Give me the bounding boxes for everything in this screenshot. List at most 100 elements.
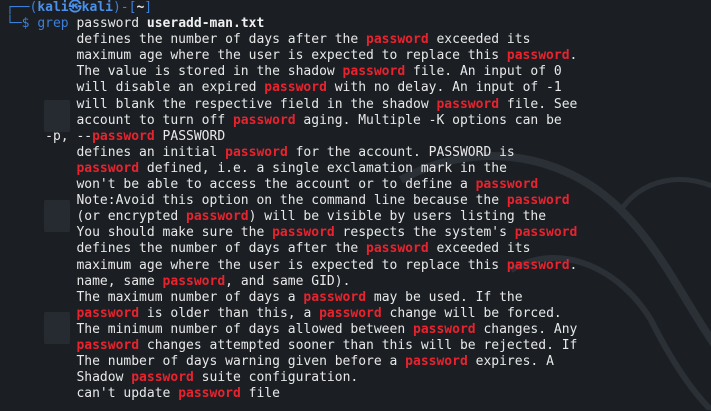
match-highlight: password (225, 144, 288, 160)
output-text: respects the system's (334, 225, 515, 241)
output-text: ) will be visible by users listing the (248, 209, 547, 225)
match-highlight: password (162, 273, 226, 289)
output-line: maximum age where the user is expected t… (6, 48, 711, 64)
match-highlight: password (366, 32, 429, 48)
output-text: will disable an expired (6, 80, 265, 96)
prompt-user: kali (37, 0, 69, 15)
output-text: . (569, 257, 578, 273)
output-line: You should make sure the password respec… (6, 225, 711, 241)
match-highlight: password (232, 112, 296, 128)
output-text: expires. A (467, 354, 554, 370)
output-text: account to turn off (6, 112, 233, 128)
output-line: defines the number of days after the pas… (6, 32, 711, 48)
match-highlight: password (264, 80, 327, 96)
output-text: file. An input of 0 (405, 64, 562, 80)
output-text: may be used. If the (366, 289, 523, 305)
output-line: maximum age where the user is expected t… (6, 258, 711, 274)
match-highlight: password (76, 160, 140, 176)
match-highlight: password (413, 321, 476, 337)
prompt-line-2: └─$ grep password useradd-man.txt (6, 16, 265, 32)
match-highlight: password (405, 354, 468, 370)
match-highlight: password (506, 48, 570, 64)
match-highlight: password (366, 241, 429, 257)
output-line: will blank the respective field in the s… (6, 97, 711, 113)
match-highlight: password (92, 128, 155, 144)
output-line: password changes attempted sooner than t… (6, 338, 711, 354)
output-text: defines the number of days after the (6, 241, 367, 257)
match-highlight: password (131, 370, 194, 386)
output-text: changes attempted sooner than this will … (139, 337, 578, 353)
match-highlight: password (475, 177, 539, 193)
output-line: will disable an expired password with no… (6, 80, 711, 96)
output-text: Shadow (6, 370, 132, 386)
output-text: file (240, 386, 280, 402)
output-text: for the account. PASSWORD is (287, 144, 515, 160)
output-line: Shadow password suite configuration. (6, 370, 711, 386)
output-line: password defined, i.e. a single exclamat… (6, 161, 711, 177)
command-pattern: password (76, 16, 140, 32)
output-text: -p, -- (6, 128, 93, 144)
output-line: can't update password file (6, 386, 711, 402)
prompt-line-1: ┌──(kali㉿kali)-[~] (6, 0, 153, 15)
output-line: defines the number of days after the pas… (6, 241, 711, 257)
output-line: The maximum number of days a password ma… (6, 290, 711, 306)
output-line: account to turn off password aging. Mult… (6, 113, 711, 129)
output-text: Note:Avoid this option on the command li… (6, 193, 507, 209)
terminal-output: ┌──(kali㉿kali)-[~] └─$ grep password use… (6, 0, 711, 402)
grep-results: defines the number of days after the pas… (6, 32, 711, 402)
output-text: The minimum number of days allowed betwe… (6, 321, 413, 337)
output-text: , and same GID). (225, 273, 351, 289)
prompt-at-symbol: ㉿ (68, 0, 82, 15)
output-text: The number of days warning given before … (6, 354, 406, 370)
match-highlight: password (76, 305, 140, 321)
command-file: useradd-man.txt (146, 16, 265, 32)
match-highlight: password (436, 96, 500, 112)
output-line: won't be able to access the account or t… (6, 177, 711, 193)
output-text: defines an initial (6, 144, 226, 160)
output-text: maximum age where the user is expected t… (6, 48, 507, 64)
output-text: exceeded its (428, 32, 531, 48)
match-highlight: password (76, 337, 140, 353)
prompt-host: kali (81, 0, 113, 15)
output-line: The value is stored in the shadow passwo… (6, 64, 711, 80)
match-highlight: password (303, 289, 367, 305)
output-text: suite configuration. (193, 370, 359, 386)
output-text: will blank the respective field in the s… (6, 96, 437, 112)
output-text: can't update (6, 386, 179, 402)
output-text: name, same (6, 273, 163, 289)
output-text: . (569, 48, 578, 64)
command-name: grep (37, 16, 69, 32)
match-highlight: password (178, 386, 241, 402)
output-line: (or encrypted password) will be visible … (6, 209, 711, 225)
output-text: won't be able to access the account or t… (6, 177, 476, 193)
output-text: The value is stored in the shadow (6, 64, 343, 80)
output-text: exceeded its (428, 241, 531, 257)
output-line: The minimum number of days allowed betwe… (6, 322, 711, 338)
terminal-window[interactable]: ┌──(kali㉿kali)-[~] └─$ grep password use… (0, 0, 711, 411)
output-text: maximum age where the user is expected t… (6, 257, 507, 273)
output-text: defined, i.e. a single exclamation mark … (139, 160, 507, 176)
output-text: defines the number of days after the (6, 32, 367, 48)
match-highlight: password (506, 257, 570, 273)
output-text: file. See (499, 96, 578, 112)
output-text: aging. Multiple -K options can be (295, 112, 562, 128)
output-text: with no delay. An input of -1 (326, 80, 562, 96)
output-text: is older than this, a (139, 305, 320, 321)
match-highlight: password (342, 64, 406, 80)
output-text: (or encrypted (6, 209, 187, 225)
output-text: The maximum number of days a (6, 289, 304, 305)
output-line: password is older than this, a password … (6, 306, 711, 322)
output-line: Note:Avoid this option on the command li… (6, 193, 711, 209)
output-text: change will be forced. (381, 305, 562, 321)
output-line: name, same password, and same GID). (6, 274, 711, 290)
match-highlight: password (506, 193, 570, 209)
output-text: changes. Any (475, 321, 578, 337)
output-line: defines an initial password for the acco… (6, 145, 711, 161)
match-highlight: password (514, 225, 578, 241)
output-line: The number of days warning given before … (6, 354, 711, 370)
match-highlight: password (186, 209, 249, 225)
output-text: PASSWORD (154, 128, 226, 144)
